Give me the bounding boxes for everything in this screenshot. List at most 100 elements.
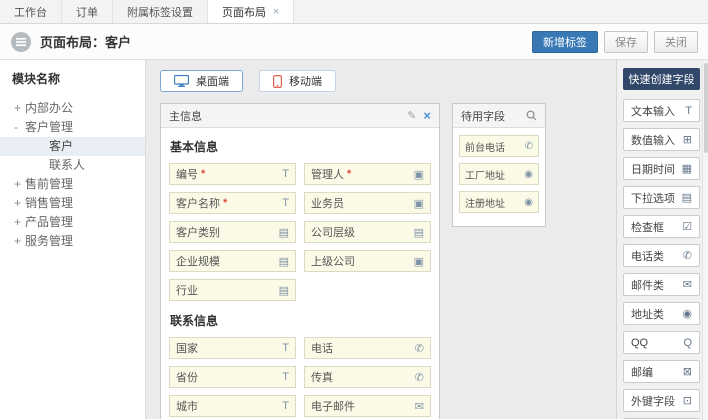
field-type-button-label: QQ	[631, 337, 648, 349]
field-type-icon: ▤	[414, 226, 424, 239]
sidebar-tree-item[interactable]: +产品管理	[0, 213, 145, 232]
layout-field[interactable]: 业务员 ▣	[304, 192, 431, 214]
section-title-basic: 基本信息	[170, 138, 431, 155]
header-buttons: 新增标签 保存 关闭	[532, 31, 698, 53]
standby-field[interactable]: 前台电话 ✆	[459, 135, 539, 157]
field-type-icon: ▣	[414, 255, 424, 268]
mobile-toggle-label: 移动端	[289, 73, 322, 89]
tree-expand-icon[interactable]: +	[14, 99, 25, 118]
field-type-icon: T	[282, 197, 289, 209]
sidebar-title: 模块名称	[0, 70, 145, 87]
layout-field[interactable]: 城市 T	[169, 395, 296, 417]
standby-field[interactable]: 工厂地址 ◉	[459, 163, 539, 185]
sidebar-tree-item[interactable]: +服务管理	[0, 232, 145, 251]
field-label: 上级公司	[311, 253, 355, 269]
save-button[interactable]: 保存	[604, 31, 648, 53]
panel-close-icon[interactable]: ×	[423, 108, 431, 123]
layout-field[interactable]: 行业 ▤	[169, 279, 296, 301]
layout-field[interactable]: 上级公司 ▣	[304, 250, 431, 272]
field-type-button[interactable]: 外键字段 ⊡	[623, 389, 700, 412]
close-button[interactable]: 关闭	[654, 31, 698, 53]
tree-expand-icon[interactable]: +	[14, 194, 25, 213]
search-icon[interactable]	[526, 110, 537, 121]
sidebar-tree-item[interactable]: +销售管理	[0, 194, 145, 213]
mobile-toggle-button[interactable]: 移动端	[259, 70, 336, 92]
field-type-icon: T	[282, 168, 289, 180]
standby-field[interactable]: 注册地址 ◉	[459, 191, 539, 213]
field-type-icon: ▤	[279, 255, 289, 268]
vertical-scrollbar[interactable]	[702, 61, 708, 420]
required-asterisk: *	[347, 168, 351, 180]
main-info-panel: 主信息 ✎ × 基本信息 编号 * T 管理人 * ▣ 客户名称 * T 业务员	[160, 103, 440, 419]
field-type-button-label: 日期时间	[631, 161, 675, 177]
tree-item-label: 售前管理	[25, 177, 73, 191]
sidebar-tree-item[interactable]: +内部办公	[0, 99, 145, 118]
field-type-button[interactable]: 换算字段 ⇄	[623, 418, 700, 419]
top-tab[interactable]: 页面布局 ×	[208, 0, 294, 23]
layout-field[interactable]: 省份 T	[169, 366, 296, 388]
quick-create-header-button[interactable]: 快速创建字段	[623, 68, 700, 90]
tree-expand-icon[interactable]: +	[14, 213, 25, 232]
tab-label: 工作台	[14, 4, 47, 20]
layout-field[interactable]: 电子邮件 ✉	[304, 395, 431, 417]
required-asterisk: *	[201, 168, 205, 180]
field-type-button[interactable]: 检查框 ☑	[623, 215, 700, 238]
field-type-button-icon: Q	[683, 337, 692, 349]
panels-row: 主信息 ✎ × 基本信息 编号 * T 管理人 * ▣ 客户名称 * T 业务员	[160, 103, 604, 419]
layout-field[interactable]: 电话 ✆	[304, 337, 431, 359]
field-label: 传真	[311, 369, 333, 385]
top-tab[interactable]: 工作台	[0, 0, 62, 23]
sidebar-tree-item[interactable]: +售前管理	[0, 175, 145, 194]
field-type-button[interactable]: QQ Q	[623, 331, 700, 354]
layout-field[interactable]: 企业规模 ▤	[169, 250, 296, 272]
field-type-list: 文本输入 T 数值输入 ⊞ 日期时间 ▦ 下拉选项 ▤ 检查框 ☑ 电话类 ✆ …	[623, 99, 700, 419]
field-type-button[interactable]: 电话类 ✆	[623, 244, 700, 267]
field-type-icon: T	[282, 400, 289, 412]
add-tag-button[interactable]: 新增标签	[532, 31, 598, 53]
menu-circle-icon	[10, 31, 32, 53]
sidebar-tree-item[interactable]: 客户	[0, 137, 145, 156]
sidebar-tree-item[interactable]: -客户管理	[0, 118, 145, 137]
top-tab[interactable]: 订单	[62, 0, 113, 23]
desktop-toggle-button[interactable]: 桌面端	[160, 70, 243, 92]
layout-field[interactable]: 国家 T	[169, 337, 296, 359]
field-type-button[interactable]: 下拉选项 ▤	[623, 186, 700, 209]
field-type-button-icon: ✉	[683, 278, 692, 291]
standby-field-label: 工厂地址	[465, 167, 505, 182]
standby-panel-header: 待用字段	[453, 104, 545, 128]
panel-header-icons: ✎ ×	[407, 108, 431, 123]
field-label: 行业	[176, 282, 198, 298]
scrollbar-thumb[interactable]	[704, 63, 708, 153]
field-type-button[interactable]: 邮件类 ✉	[623, 273, 700, 296]
field-type-icon: ▤	[279, 284, 289, 297]
edit-pencil-icon[interactable]: ✎	[407, 109, 416, 122]
top-tab[interactable]: 附属标签设置	[113, 0, 208, 23]
field-type-button-label: 电话类	[631, 248, 664, 264]
field-type-button[interactable]: 数值输入 ⊞	[623, 128, 700, 151]
tree-item-label: 客户管理	[25, 120, 73, 134]
tree-item-label: 销售管理	[25, 196, 73, 210]
layout-field[interactable]: 客户名称 * T	[169, 192, 296, 214]
field-type-button-icon: ⊠	[683, 365, 692, 378]
quick-create-column: 快速创建字段 文本输入 T 数值输入 ⊞ 日期时间 ▦ 下拉选项 ▤ 检查框 ☑…	[616, 60, 708, 419]
desktop-toggle-label: 桌面端	[196, 73, 229, 89]
layout-field[interactable]: 编号 * T	[169, 163, 296, 185]
standby-header-icons	[526, 110, 537, 121]
tab-close-icon[interactable]: ×	[273, 6, 279, 18]
standby-panel-title: 待用字段	[461, 108, 505, 124]
tree-expand-icon[interactable]: -	[14, 118, 25, 137]
layout-field[interactable]: 客户类别 ▤	[169, 221, 296, 243]
field-type-button[interactable]: 文本输入 T	[623, 99, 700, 122]
field-type-button[interactable]: 邮编 ⊠	[623, 360, 700, 383]
field-type-button[interactable]: 日期时间 ▦	[623, 157, 700, 180]
field-label: 城市	[176, 398, 198, 414]
field-type-button-label: 邮编	[631, 364, 653, 380]
layout-field[interactable]: 传真 ✆	[304, 366, 431, 388]
field-type-icon: T	[282, 371, 289, 383]
field-type-button[interactable]: 地址类 ◉	[623, 302, 700, 325]
layout-field[interactable]: 公司层级 ▤	[304, 221, 431, 243]
layout-field[interactable]: 管理人 * ▣	[304, 163, 431, 185]
tree-expand-icon[interactable]: +	[14, 175, 25, 194]
sidebar-tree-item[interactable]: 联系人	[0, 156, 145, 175]
tree-expand-icon[interactable]: +	[14, 232, 25, 251]
